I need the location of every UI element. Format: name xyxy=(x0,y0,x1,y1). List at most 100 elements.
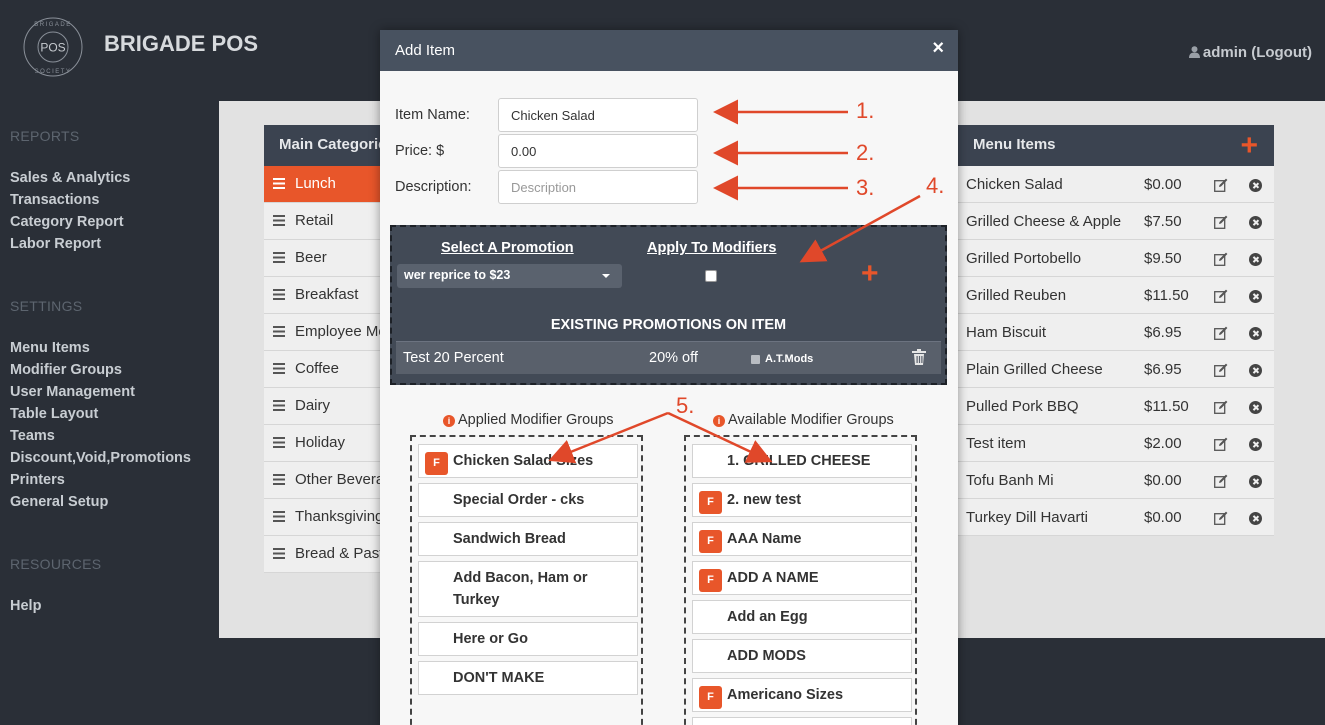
drag-handle-icon[interactable] xyxy=(273,252,285,263)
sidebar-modifier-groups[interactable]: Modifier Groups xyxy=(10,362,122,378)
modifier-group-item[interactable]: ADD MODS xyxy=(692,639,912,673)
modifier-group-item[interactable]: Sandwich Bread xyxy=(418,522,638,556)
trash-icon[interactable] xyxy=(912,349,926,365)
menu-item-name: Test item xyxy=(966,435,1027,452)
sidebar-table-layout[interactable]: Table Layout xyxy=(10,406,98,422)
sidebar-teams[interactable]: Teams xyxy=(10,428,55,444)
apply-mods-checkbox[interactable] xyxy=(751,355,760,364)
close-icon[interactable]: × xyxy=(932,37,944,60)
edit-icon[interactable] xyxy=(1214,178,1228,192)
annotation-1: 1. xyxy=(856,98,875,123)
modifier-group-item[interactable]: Add an Egg xyxy=(692,600,912,634)
delete-icon[interactable] xyxy=(1249,179,1262,192)
delete-icon[interactable] xyxy=(1249,253,1262,266)
menu-item-name: Grilled Reuben xyxy=(966,287,1067,304)
modifier-group-item[interactable]: F Chicken Salad Sizes xyxy=(418,444,638,478)
delete-icon[interactable] xyxy=(1249,290,1262,303)
menu-item-row[interactable]: Plain Grilled Cheese $6.95 xyxy=(957,351,1274,388)
edit-icon[interactable] xyxy=(1214,400,1228,414)
item-name-input[interactable] xyxy=(498,98,698,132)
sidebar-labor-report[interactable]: Labor Report xyxy=(10,236,101,252)
f-badge-icon: F xyxy=(425,452,448,475)
menu-item-row[interactable]: Test item $2.00 xyxy=(957,425,1274,462)
menu-item-row[interactable]: Grilled Cheese & Apple $7.50 xyxy=(957,203,1274,240)
menu-item-row[interactable]: Grilled Portobello $9.50 xyxy=(957,240,1274,277)
sidebar-discount-void-promotions[interactable]: Discount,Void,Promotions xyxy=(10,450,191,466)
sidebar-general-setup[interactable]: General Setup xyxy=(10,494,108,510)
menu-item-row[interactable]: Turkey Dill Havarti $0.00 xyxy=(957,499,1274,536)
sidebar-sales-analytics[interactable]: Sales & Analytics xyxy=(10,170,130,186)
delete-icon[interactable] xyxy=(1249,438,1262,451)
delete-icon[interactable] xyxy=(1249,475,1262,488)
modifier-group-item[interactable]: F Americano Sizes xyxy=(692,678,912,712)
promotion-select[interactable]: wer reprice to $23 xyxy=(397,264,622,288)
menu-item-row[interactable]: Chicken Salad $0.00 xyxy=(957,166,1274,203)
add-menu-item-icon[interactable]: + xyxy=(1240,131,1258,161)
modifier-group-item-partial[interactable] xyxy=(692,717,912,725)
sidebar-user-management[interactable]: User Management xyxy=(10,384,135,400)
delete-icon[interactable] xyxy=(1249,512,1262,525)
drag-handle-icon[interactable] xyxy=(273,511,285,522)
modifier-group-label: Here or Go xyxy=(453,631,528,647)
drag-handle-icon[interactable] xyxy=(273,363,285,374)
menu-item-name: Grilled Cheese & Apple xyxy=(966,213,1122,230)
sidebar-transactions[interactable]: Transactions xyxy=(10,192,99,208)
modifier-group-item[interactable]: Add Bacon, Ham or Turkey xyxy=(418,561,638,617)
modifier-group-item[interactable]: F ADD A NAME xyxy=(692,561,912,595)
sidebar-category-report[interactable]: Category Report xyxy=(10,214,124,230)
drag-handle-icon[interactable] xyxy=(273,548,285,559)
annotation-2: 2. xyxy=(856,140,875,165)
menu-item-row[interactable]: Ham Biscuit $6.95 xyxy=(957,314,1274,351)
edit-icon[interactable] xyxy=(1214,326,1228,340)
drag-handle-icon[interactable] xyxy=(273,400,285,411)
modifier-group-label: Chicken Salad Sizes xyxy=(453,453,594,469)
modifier-group-item[interactable]: F AAA Name xyxy=(692,522,912,556)
promotion-select-value: wer reprice to $23 xyxy=(404,268,511,282)
delete-icon[interactable] xyxy=(1249,216,1262,229)
sidebar-printers[interactable]: Printers xyxy=(10,472,65,488)
drag-handle-icon[interactable] xyxy=(273,289,285,300)
modifier-group-item[interactable]: F 2. new test xyxy=(692,483,912,517)
delete-icon[interactable] xyxy=(1249,401,1262,414)
delete-icon[interactable] xyxy=(1249,364,1262,377)
price-input[interactable] xyxy=(498,134,698,168)
edit-icon[interactable] xyxy=(1214,289,1228,303)
menu-item-price: $6.95 xyxy=(1144,324,1182,341)
menu-item-price: $11.50 xyxy=(1144,398,1189,415)
user-logout-link[interactable]: admin (Logout) xyxy=(1188,44,1312,61)
edit-icon[interactable] xyxy=(1214,363,1228,377)
modifier-group-item[interactable]: Here or Go xyxy=(418,622,638,656)
description-input[interactable] xyxy=(498,170,698,204)
menu-item-name: Plain Grilled Cheese xyxy=(966,361,1103,378)
edit-icon[interactable] xyxy=(1214,215,1228,229)
menu-item-price: $2.00 xyxy=(1144,435,1182,452)
apply-to-modifiers-checkbox[interactable] xyxy=(705,270,717,282)
chevron-down-icon xyxy=(602,274,610,278)
annotation-3: 3. xyxy=(856,175,875,200)
user-icon xyxy=(1188,46,1200,58)
sidebar-menu-items[interactable]: Menu Items xyxy=(10,340,90,356)
drag-handle-icon[interactable] xyxy=(273,474,285,485)
add-promotion-icon[interactable]: + xyxy=(861,257,879,291)
delete-icon[interactable] xyxy=(1249,327,1262,340)
sidebar-help[interactable]: Help xyxy=(10,598,41,614)
add-item-modal: Add Item × Item Name: Price: $ Descripti… xyxy=(380,30,958,725)
drag-handle-icon[interactable] xyxy=(273,437,285,448)
edit-icon[interactable] xyxy=(1214,511,1228,525)
drag-handle-icon[interactable] xyxy=(273,215,285,226)
brigade-logo: POS BRIGADE SOCIETY xyxy=(23,17,83,77)
edit-icon[interactable] xyxy=(1214,252,1228,266)
menu-item-price: $0.00 xyxy=(1144,509,1182,526)
menu-item-row[interactable]: Pulled Pork BBQ $11.50 xyxy=(957,388,1274,425)
modifier-group-item[interactable]: 1. GRILLED CHEESE xyxy=(692,444,912,478)
select-promotion-label: Select A Promotion xyxy=(441,240,574,256)
modifier-group-item[interactable]: DON'T MAKE xyxy=(418,661,638,695)
modifier-group-item[interactable]: Special Order - cks xyxy=(418,483,638,517)
apply-to-modifiers-label: Apply To Modifiers xyxy=(647,240,777,256)
edit-icon[interactable] xyxy=(1214,474,1228,488)
drag-handle-icon[interactable] xyxy=(273,178,285,189)
edit-icon[interactable] xyxy=(1214,437,1228,451)
menu-item-row[interactable]: Tofu Banh Mi $0.00 xyxy=(957,462,1274,499)
drag-handle-icon[interactable] xyxy=(273,326,285,337)
menu-item-row[interactable]: Grilled Reuben $11.50 xyxy=(957,277,1274,314)
